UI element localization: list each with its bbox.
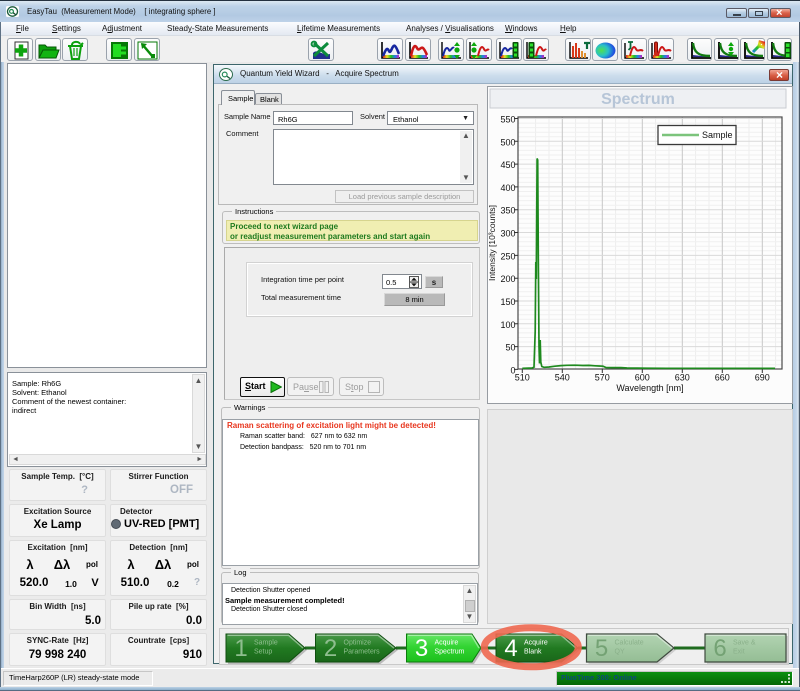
svg-text:540: 540 [555,373,570,383]
svg-text:QY: QY [615,649,625,656]
svg-text:Calculate: Calculate [615,640,644,647]
svg-text:Spectrum: Spectrum [601,91,675,108]
svg-text:100: 100 [500,320,515,330]
svg-text:550: 550 [500,115,515,125]
svg-text:570: 570 [595,373,610,383]
svg-text:50: 50 [505,343,515,353]
svg-text:690: 690 [755,373,770,383]
svg-text:Acquire: Acquire [435,640,459,647]
svg-text:Sample: Sample [254,640,278,647]
svg-text:3: 3 [415,635,428,662]
svg-text:Wavelength [nm]: Wavelength [nm] [616,383,683,393]
svg-text:Spectrum: Spectrum [435,649,465,656]
svg-text:Parameters: Parameters [344,649,381,656]
svg-text:450: 450 [500,160,515,170]
svg-text:630: 630 [675,373,690,383]
svg-text:350: 350 [500,206,515,216]
svg-text:200: 200 [500,274,515,284]
svg-text:1: 1 [234,635,247,662]
svg-text:150: 150 [500,297,515,307]
svg-text:Optimize: Optimize [344,640,372,647]
svg-text:510: 510 [515,373,530,383]
svg-text:400: 400 [500,183,515,193]
svg-text:5: 5 [595,635,608,662]
svg-text:300: 300 [500,229,515,239]
svg-text:0: 0 [510,365,515,375]
svg-text:Save &: Save & [733,640,756,647]
svg-text:Exit: Exit [733,649,745,656]
svg-text:Intensity [10³counts]: Intensity [10³counts] [487,205,497,281]
svg-text:600: 600 [635,373,650,383]
svg-text:250: 250 [500,251,515,261]
svg-text:2: 2 [324,635,337,662]
svg-text:Sample: Sample [702,130,733,140]
svg-text:6: 6 [713,635,726,662]
svg-text:Setup: Setup [254,649,272,656]
svg-text:660: 660 [715,373,730,383]
svg-text:500: 500 [500,137,515,147]
